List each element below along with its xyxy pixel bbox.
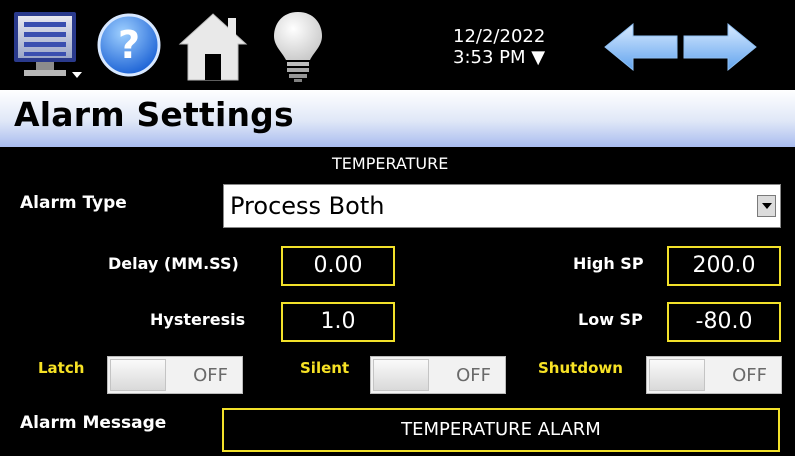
forward-arrow-icon[interactable] xyxy=(682,22,758,72)
alarm-message-field[interactable]: TEMPERATURE ALARM xyxy=(222,408,780,452)
shutdown-label: Shutdown xyxy=(538,359,623,377)
hysteresis-field[interactable]: 1.0 xyxy=(281,302,395,342)
menu-monitor-icon[interactable] xyxy=(12,10,84,82)
toggle-knob xyxy=(649,359,705,391)
time-text: 3:53 PM ▼ xyxy=(453,47,546,68)
datetime-display[interactable]: 12/2/2022 3:53 PM ▼ xyxy=(453,26,545,68)
date-text: 12/2/2022 xyxy=(453,26,546,47)
delay-field[interactable]: 0.00 xyxy=(281,246,395,286)
hysteresis-label: Hysteresis xyxy=(150,310,246,329)
latch-state: OFF xyxy=(193,365,228,386)
alarm-type-value: Process Both xyxy=(230,192,385,220)
shutdown-state: OFF xyxy=(732,365,767,386)
page-header: Alarm Settings xyxy=(0,90,795,147)
help-icon[interactable]: ? xyxy=(96,12,162,78)
home-icon[interactable] xyxy=(178,10,248,82)
toggle-knob xyxy=(110,359,166,391)
silent-toggle[interactable]: OFF xyxy=(370,356,506,394)
alarm-message-label: Alarm Message xyxy=(20,413,167,433)
high-sp-label: High SP xyxy=(573,254,644,273)
page-title: Alarm Settings xyxy=(14,95,294,134)
back-arrow-icon[interactable] xyxy=(603,22,679,72)
low-sp-label: Low SP xyxy=(578,310,643,329)
toggle-knob xyxy=(373,359,429,391)
svg-text:?: ? xyxy=(118,23,140,67)
low-sp-field[interactable]: -80.0 xyxy=(667,302,781,342)
latch-toggle[interactable]: OFF xyxy=(107,356,243,394)
delay-label: Delay (MM.SS) xyxy=(108,254,239,273)
lightbulb-icon[interactable] xyxy=(270,8,326,84)
silent-state: OFF xyxy=(456,365,491,386)
alarm-type-select[interactable]: Process Both xyxy=(223,184,781,228)
silent-label: Silent xyxy=(300,359,350,377)
high-sp-field[interactable]: 200.0 xyxy=(667,246,781,286)
chevron-down-icon[interactable] xyxy=(757,195,776,217)
section-title: TEMPERATURE xyxy=(332,154,449,173)
shutdown-toggle[interactable]: OFF xyxy=(646,356,782,394)
alarm-type-label: Alarm Type xyxy=(20,193,127,213)
top-toolbar: ? 12/2/2022 3:53 PM ▼ xyxy=(0,0,795,90)
latch-label: Latch xyxy=(38,359,85,377)
